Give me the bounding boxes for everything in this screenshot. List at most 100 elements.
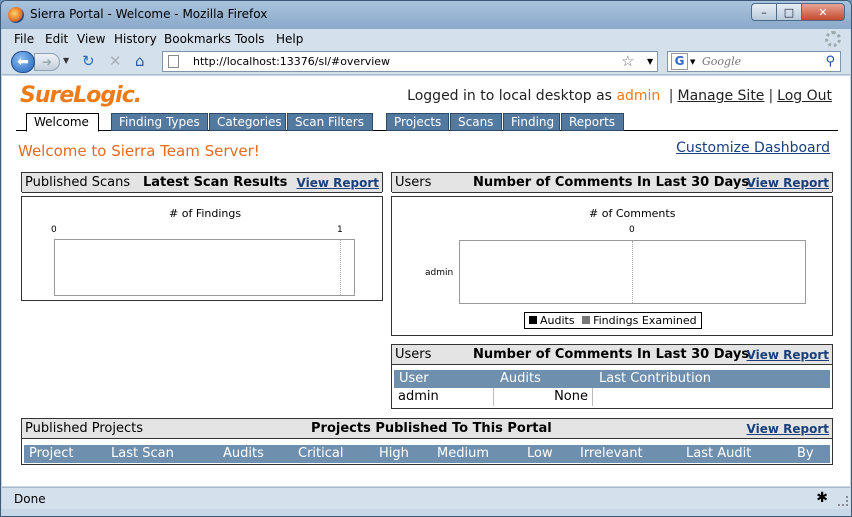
x-tick-0: 0: [51, 225, 57, 235]
tab-finding-types[interactable]: Finding Types: [111, 113, 208, 131]
panel-title: Number of Comments In Last 30 Days: [473, 175, 750, 190]
column-medium: Medium: [437, 446, 489, 461]
plot-area: [54, 239, 355, 296]
view-report-link[interactable]: View Report: [747, 422, 829, 436]
engine-dropdown-icon[interactable]: ▼: [690, 58, 695, 66]
menu-file[interactable]: File: [14, 32, 34, 46]
tab-finding[interactable]: Finding: [503, 113, 560, 131]
tab-projects[interactable]: Projects: [386, 113, 449, 131]
column-user: User: [399, 371, 429, 386]
cell-user: admin: [394, 388, 494, 406]
login-prefix: Logged in to local desktop as: [407, 88, 612, 104]
customize-dashboard-link[interactable]: Customize Dashboard: [676, 140, 830, 156]
column-by: By: [797, 446, 814, 461]
view-report-link[interactable]: View Report: [747, 348, 829, 362]
chart-legend: Audits Findings Examined: [524, 312, 702, 329]
menu-bookmarks[interactable]: Bookmarks: [164, 32, 231, 46]
page-content: SureLogic. Logged in to local desktop as…: [2, 76, 850, 486]
view-report-link[interactable]: View Report: [747, 176, 829, 190]
menu-history[interactable]: History: [114, 32, 157, 46]
back-arrow-icon: ⬅: [17, 54, 29, 70]
home-icon[interactable]: ⌂: [135, 53, 145, 69]
tab-scans[interactable]: Scans: [450, 113, 502, 131]
current-user: admin: [616, 88, 661, 104]
column-audits: Audits: [500, 371, 541, 386]
maximize-button[interactable]: □: [776, 3, 802, 21]
cell-last-contribution: [593, 388, 830, 406]
stop-icon[interactable]: ✕: [109, 53, 122, 69]
comments-chart: # of Comments 0 admin Audits Findings Ex…: [391, 196, 833, 336]
manage-site-link[interactable]: Manage Site: [677, 88, 764, 104]
menu-view[interactable]: View: [77, 32, 105, 46]
login-status: Logged in to local desktop as admin | Man…: [407, 88, 832, 104]
status-bar: Done ✱: [2, 487, 850, 509]
column-last-scan: Last Scan: [111, 446, 174, 461]
address-bar[interactable]: ☆ ▼: [162, 51, 658, 72]
column-irrelevant: Irrelevant: [580, 446, 643, 461]
chart-title: # of Findings: [169, 207, 242, 220]
menu-bar: File Edit View History Bookmarks Tools H…: [2, 29, 850, 49]
title-bar[interactable]: Sierra Portal - Welcome - Mozilla Firefo…: [1, 1, 851, 29]
separator: |: [668, 88, 674, 104]
separator: |: [768, 88, 774, 104]
panel-category: Users: [395, 347, 432, 362]
search-icon[interactable]: ⚲: [825, 54, 835, 69]
window-controls: – □ ✕: [751, 3, 845, 21]
maximize-icon: □: [783, 5, 795, 19]
column-project: Project: [29, 446, 74, 461]
legend-findings: Findings Examined: [593, 314, 697, 327]
grid-line: [340, 240, 341, 295]
bookmark-star-icon[interactable]: ☆: [621, 52, 634, 70]
panel-category: Published Projects: [25, 421, 143, 436]
url-input[interactable]: [193, 53, 613, 70]
firefox-icon: [8, 7, 24, 23]
plot-area: [459, 240, 806, 304]
navigation-toolbar: ➜ ⬅ ▼ ↻ ✕ ⌂ ☆ ▼ G ▼ ⚲: [2, 49, 850, 75]
menu-tools[interactable]: Tools: [235, 32, 265, 46]
status-text: Done: [14, 492, 46, 506]
history-dropdown-icon[interactable]: ▼: [63, 56, 69, 65]
column-last-contribution: Last Contribution: [599, 371, 711, 386]
panel-title: Number of Comments In Last 30 Days: [473, 347, 750, 362]
column-audits: Audits: [223, 446, 264, 461]
search-bar[interactable]: G ▼ ⚲: [667, 51, 841, 72]
y-category-admin: admin: [425, 268, 454, 278]
panel-category: Published Scans: [25, 175, 131, 190]
window-title: Sierra Portal - Welcome - Mozilla Firefo…: [30, 7, 268, 21]
tab-scan-filters[interactable]: Scan Filters: [287, 113, 373, 131]
throbber-icon: [825, 31, 841, 47]
resize-grip[interactable]: [838, 496, 848, 506]
minimize-button[interactable]: –: [751, 3, 777, 21]
users-chart-panel-header: Users Number of Comments In Last 30 Days…: [391, 172, 833, 193]
search-engine-icon[interactable]: G: [671, 53, 688, 70]
surelogic-logo: SureLogic.: [20, 83, 142, 108]
logout-link[interactable]: Log Out: [777, 88, 832, 104]
addon-status-icon[interactable]: ✱: [816, 490, 828, 506]
menu-help[interactable]: Help: [276, 32, 303, 46]
tab-categories[interactable]: Categories: [209, 113, 286, 131]
column-last-audit: Last Audit: [686, 446, 752, 461]
cell-audits-last: None: [494, 388, 593, 406]
findings-chart: # of Findings 0 1: [21, 196, 383, 301]
projects-table-header: Project Last Scan Audits Critical High M…: [24, 445, 830, 463]
forward-arrow-icon: ➜: [41, 55, 53, 69]
reload-icon[interactable]: ↻: [82, 53, 95, 69]
close-button[interactable]: ✕: [801, 3, 845, 21]
column-critical: Critical: [298, 446, 344, 461]
forward-button[interactable]: ➜: [34, 53, 60, 71]
tab-welcome[interactable]: Welcome: [26, 113, 99, 132]
legend-swatch-findings: [582, 316, 591, 324]
back-button[interactable]: ⬅: [11, 51, 35, 73]
search-input[interactable]: [702, 53, 814, 70]
view-report-link[interactable]: View Report: [297, 176, 379, 190]
table-row: admin None: [394, 388, 830, 406]
tab-reports[interactable]: Reports: [561, 113, 624, 131]
legend-swatch-audits: [529, 316, 537, 324]
menu-edit[interactable]: Edit: [45, 32, 68, 46]
users-table-panel: Users Number of Comments In Last 30 Days…: [391, 344, 833, 409]
url-dropdown-icon[interactable]: ▼: [647, 57, 653, 66]
page-icon: [168, 55, 179, 68]
back-forward-group: ➜ ⬅ ▼: [11, 51, 69, 73]
zero-line: [632, 241, 633, 303]
column-high: High: [379, 446, 409, 461]
